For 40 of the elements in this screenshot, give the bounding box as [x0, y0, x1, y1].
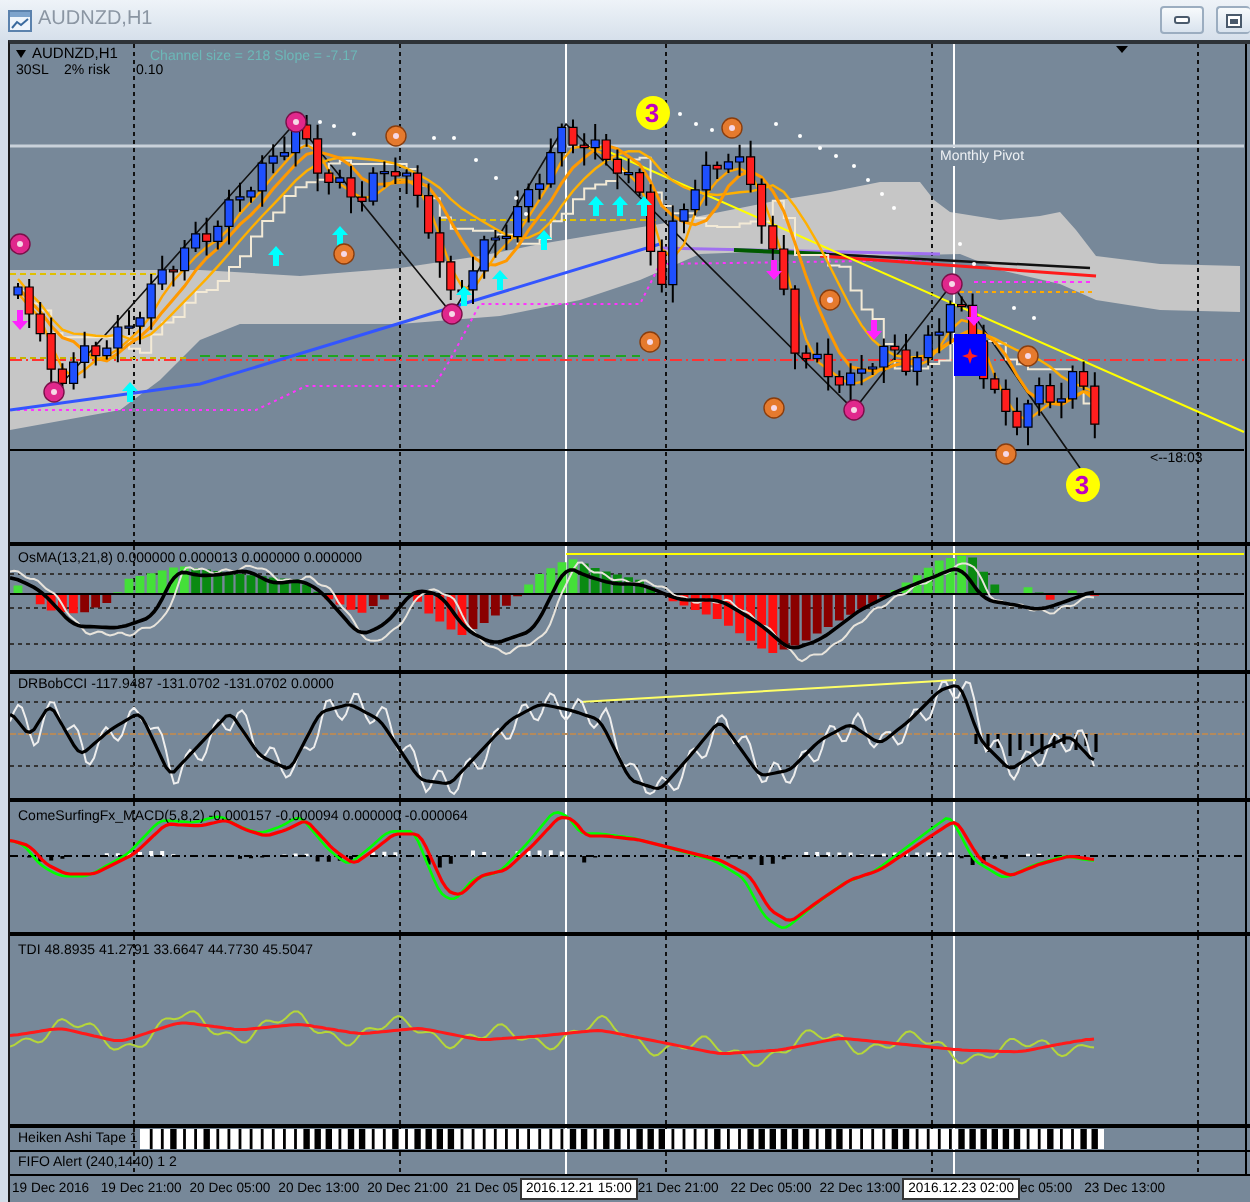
circle-marker-icon: [639, 331, 661, 353]
circle-marker-icon: [995, 443, 1017, 465]
window-title: AUDNZD,H1: [38, 8, 155, 32]
restore-icon: [1226, 13, 1242, 27]
circle-marker-icon: [843, 399, 865, 421]
up-arrow-icon: [536, 230, 552, 250]
circle-marker-icon: [333, 243, 355, 265]
crosshair-line: [565, 674, 567, 798]
circle-marker-icon: [10, 233, 31, 255]
down-arrow-icon: [966, 306, 982, 326]
minimize-button[interactable]: [1160, 6, 1204, 34]
circle-marker-icon: [721, 117, 743, 139]
crosshair-line: [953, 674, 955, 798]
wave-count-badge: 3: [1065, 467, 1099, 501]
chart-window-icon: [8, 9, 32, 31]
crosshair-line: [953, 802, 955, 932]
up-arrow-icon: [268, 246, 284, 266]
up-arrow-icon: [122, 382, 138, 402]
circle-marker-icon: [285, 111, 307, 133]
dotted-level-line: [973, 281, 1091, 283]
circle-marker-icon: [385, 125, 407, 147]
star-icon: [962, 348, 978, 364]
circle-marker-icon: [941, 273, 963, 295]
down-arrow-icon: [12, 310, 28, 330]
circle-marker-icon: [1017, 345, 1039, 367]
maximize-button[interactable]: [1216, 6, 1250, 34]
caret-icon: [16, 49, 26, 57]
up-arrow-icon: [332, 226, 348, 246]
dotted-level-line: [959, 291, 1097, 293]
minimize-icon: [1174, 16, 1190, 24]
wave-count-badge: 3: [635, 95, 669, 129]
circle-marker-icon: [763, 397, 785, 419]
circle-marker-icon: [441, 303, 463, 325]
crosshair-line: [565, 802, 567, 932]
down-arrow-icon: [766, 260, 782, 280]
circle-marker-icon: [819, 289, 841, 311]
down-arrow-icon: [866, 320, 882, 340]
circle-marker-icon: [43, 381, 65, 403]
crosshair-line: [565, 546, 567, 670]
signal-box: [954, 334, 986, 376]
